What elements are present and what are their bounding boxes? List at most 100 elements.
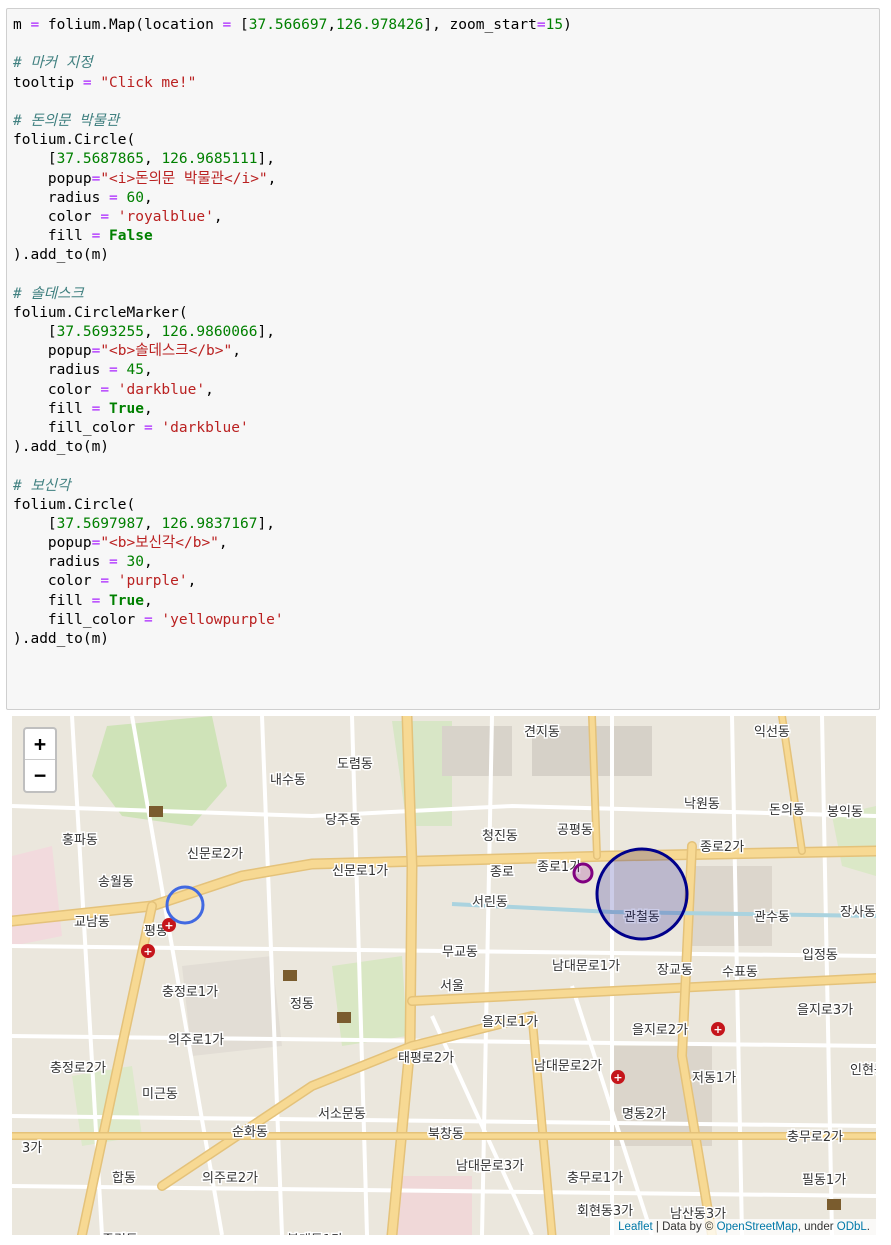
code-token: ).add_to(m) xyxy=(13,631,110,647)
code-line: ).add_to(m) xyxy=(13,630,572,649)
map-place-label: 북창동 xyxy=(428,1127,464,1142)
code-token: [ xyxy=(13,324,57,340)
code-token: ], xyxy=(257,151,275,168)
map-place-label: 장사동 xyxy=(840,905,876,920)
code-token: = xyxy=(91,343,101,360)
hospital-icon-cross: + xyxy=(143,945,152,958)
code-line: popup="<i>돈의문 박물관</i>", xyxy=(13,170,572,189)
map-attribution: Leaflet | Data by © OpenStreetMap, under… xyxy=(612,1219,876,1235)
code-token: = xyxy=(143,419,153,436)
code-line: # 보신각 xyxy=(13,477,572,496)
code-token: = xyxy=(222,17,232,33)
code-token: fill_color xyxy=(13,611,144,628)
code-cell[interactable]: m = folium.Map(location = [37.566697,126… xyxy=(6,8,880,710)
code-token: , xyxy=(143,324,162,340)
bosingak-circle[interactable] xyxy=(572,862,594,884)
code-token: popup xyxy=(13,343,92,360)
residential-area xyxy=(392,1176,472,1235)
code-line: [37.5693255, 126.9860066], xyxy=(13,323,572,342)
code-line: folium.Circle( xyxy=(13,496,572,515)
code-token: = xyxy=(536,17,546,33)
map-place-label: 남대문로3가 xyxy=(456,1159,524,1174)
code-line: color = 'purple', xyxy=(13,572,572,591)
code-token: True xyxy=(109,592,144,609)
code-token: ) xyxy=(563,17,572,33)
odbl-link[interactable]: ODbL xyxy=(837,1221,867,1233)
map-place-label: 저동1가 xyxy=(692,1071,736,1086)
code-token: , xyxy=(143,400,153,417)
map-place-label: 인현동1가 xyxy=(850,1063,876,1078)
map-place-label: 을지로3가 xyxy=(797,1003,853,1018)
code-line: # 돈의문 박물관 xyxy=(13,112,572,131)
map-place-label: 서소문동 xyxy=(318,1107,366,1122)
code-token: , xyxy=(218,535,228,552)
map-place-label: 순화동 xyxy=(232,1125,268,1140)
map-place-label: 익선동 xyxy=(754,725,790,740)
code-line: color = 'royalblue', xyxy=(13,208,572,227)
code-token: color xyxy=(13,573,101,590)
code-token: ).add_to(m) xyxy=(13,247,110,264)
code-editor[interactable]: m = folium.Map(location = [37.566697,126… xyxy=(13,16,572,709)
code-token: radius xyxy=(13,554,110,571)
code-token: , xyxy=(143,151,162,168)
map-place-label: 교남동 xyxy=(74,915,110,930)
code-line: popup="<b>보신각</b>", xyxy=(13,534,572,553)
zoom-out-button[interactable]: − xyxy=(25,760,55,790)
map-place-label: 합동 xyxy=(112,1171,136,1186)
code-token: "<b>보신각</b>" xyxy=(100,535,219,552)
leaflet-link[interactable]: Leaflet xyxy=(618,1221,653,1233)
code-token: 45 xyxy=(126,362,144,379)
code-line: m xyxy=(13,707,572,709)
code-token: , xyxy=(327,17,337,33)
map-place-label: 남대문로1가 xyxy=(552,959,620,974)
code-line: folium.CircleMarker( xyxy=(13,304,572,323)
map-place-label: 수표동 xyxy=(722,965,758,980)
code-line: # 솔데스크 xyxy=(13,285,572,304)
code-token: radius xyxy=(13,189,110,206)
code-token: 37.5687865 xyxy=(56,151,144,168)
map-place-label: 봉익동 xyxy=(827,805,863,820)
code-line: tooltip = "Click me!" xyxy=(13,74,572,93)
code-line: fill = False xyxy=(13,227,572,246)
code-token: [ xyxy=(231,17,249,33)
soldesk-circle-marker[interactable] xyxy=(595,847,689,941)
folium-map[interactable]: 견지동 익선동 내수동 도렴동 낙원동 돈의동 봉익동 홍파동 신문로2가 당주동 청진동 공평동 종로… xyxy=(12,716,876,1235)
code-token: folium.Map(location xyxy=(39,17,223,33)
map-place-label: 의주로1가 xyxy=(168,1033,224,1048)
code-line: folium.Circle( xyxy=(13,131,572,150)
map-tiles[interactable]: 견지동 익선동내수동 도렴동낙원동 돈의동 봉익동홍파동신문로2가 당주동청진동 공평동종로… xyxy=(12,716,876,1235)
code-token: 'purple' xyxy=(117,573,188,590)
zoom-in-button[interactable]: + xyxy=(25,729,55,760)
code-token: True xyxy=(109,400,144,417)
code-token: fill xyxy=(13,228,92,245)
code-token: # 솔데스크 xyxy=(13,285,84,302)
code-token: [ xyxy=(13,515,57,532)
code-line: color = 'darkblue', xyxy=(13,381,572,400)
code-token: fill xyxy=(13,592,92,609)
code-token: 15 xyxy=(545,17,564,33)
code-token: , xyxy=(143,189,153,206)
code-token: 'darkblue' xyxy=(117,381,206,398)
map-place-label: 내수동 xyxy=(270,773,306,788)
code-token: 37.566697 xyxy=(248,17,328,33)
code-token: popup xyxy=(13,535,92,552)
code-token: 126.9837167 xyxy=(161,515,258,532)
code-token: 126.9860066 xyxy=(161,324,258,340)
code-token: = xyxy=(30,17,40,33)
map-place-label: 정동 xyxy=(290,997,314,1012)
code-token: = xyxy=(100,381,110,398)
code-line: ).add_to(m) xyxy=(13,246,572,265)
openstreetmap-link[interactable]: OpenStreetMap xyxy=(717,1221,798,1233)
code-line: ).add_to(m) xyxy=(13,438,572,457)
code-token: color xyxy=(13,208,101,225)
code-token: folium.Circle( xyxy=(13,496,136,513)
map-place-label: 입정동 xyxy=(802,948,838,963)
palace-icon xyxy=(337,1012,351,1023)
hospital-icon-cross: + xyxy=(713,1023,722,1036)
map-place-label: 충정로2가 xyxy=(50,1061,106,1076)
attribution-end: . xyxy=(866,1221,870,1233)
